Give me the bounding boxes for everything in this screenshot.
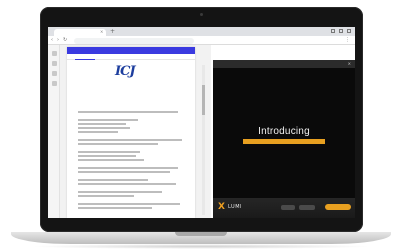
text-line: [78, 159, 144, 161]
text-line: [78, 151, 140, 153]
document-tabs: [67, 54, 195, 60]
text-line: [78, 139, 182, 141]
text-line: [78, 111, 178, 113]
text-line: [78, 191, 162, 193]
brand-mark: X: [218, 202, 225, 212]
text-line: [78, 167, 178, 169]
text-line: [78, 203, 180, 205]
browser-toolbar: ‹ › ↻ ⋮: [48, 36, 355, 45]
browser-tab[interactable]: ×: [54, 29, 106, 36]
text-line: [78, 155, 136, 157]
rail-icon[interactable]: [51, 71, 57, 76]
rail-icon[interactable]: [51, 81, 57, 86]
back-icon[interactable]: ‹: [51, 37, 53, 43]
video-titlebar: ×: [213, 60, 355, 68]
laptop-notch: [175, 232, 227, 236]
video-control[interactable]: [281, 205, 295, 210]
video-panel: × Introducing X LUMI: [213, 60, 355, 218]
menu-icon[interactable]: ⋮: [345, 37, 350, 43]
scrollbar-thumb[interactable]: [202, 85, 205, 115]
screen: × + ‹ › ↻ ⋮ ICJ × Introducing X LUMI: [48, 27, 355, 218]
active-tab-indicator: [75, 59, 95, 60]
text-line: [78, 171, 170, 173]
text-line: [78, 119, 138, 121]
close-icon[interactable]: ×: [348, 61, 351, 66]
close-icon[interactable]: ×: [100, 29, 103, 34]
company-logo: ICJ: [115, 64, 136, 79]
text-line: [78, 183, 176, 185]
text-line: [78, 195, 134, 197]
text-line: [78, 143, 158, 145]
document-viewer: ICJ: [60, 45, 211, 218]
document-page: ICJ: [67, 47, 195, 218]
video-intro-bar: [243, 139, 325, 144]
video-action-button[interactable]: [325, 204, 351, 210]
app-rail: [48, 45, 60, 218]
video-intro-text: Introducing: [258, 126, 310, 137]
rail-icon[interactable]: [51, 51, 57, 56]
text-line: [78, 123, 126, 125]
maximize-icon[interactable]: [339, 29, 343, 33]
text-line: [78, 131, 118, 133]
browser-tabbar: × +: [48, 27, 355, 36]
video-frame[interactable]: Introducing: [213, 68, 355, 198]
text-line: [78, 127, 130, 129]
text-line: [78, 179, 148, 181]
camera-icon: [200, 13, 203, 16]
close-window-icon[interactable]: [347, 29, 351, 33]
reload-icon[interactable]: ↻: [63, 37, 67, 43]
address-bar[interactable]: [74, 37, 194, 44]
text-line: [78, 207, 152, 209]
forward-icon[interactable]: ›: [57, 37, 59, 43]
laptop-shadow: [30, 244, 372, 249]
document-header: [67, 47, 195, 54]
minimize-icon[interactable]: [331, 29, 335, 33]
brand-name: LUMI: [228, 204, 242, 210]
rail-icon[interactable]: [51, 61, 57, 66]
new-tab-icon[interactable]: +: [110, 28, 115, 35]
video-controls: X LUMI: [213, 198, 355, 218]
document-scrollbar[interactable]: [202, 65, 205, 215]
window-controls: [331, 29, 351, 33]
video-control[interactable]: [299, 205, 315, 210]
